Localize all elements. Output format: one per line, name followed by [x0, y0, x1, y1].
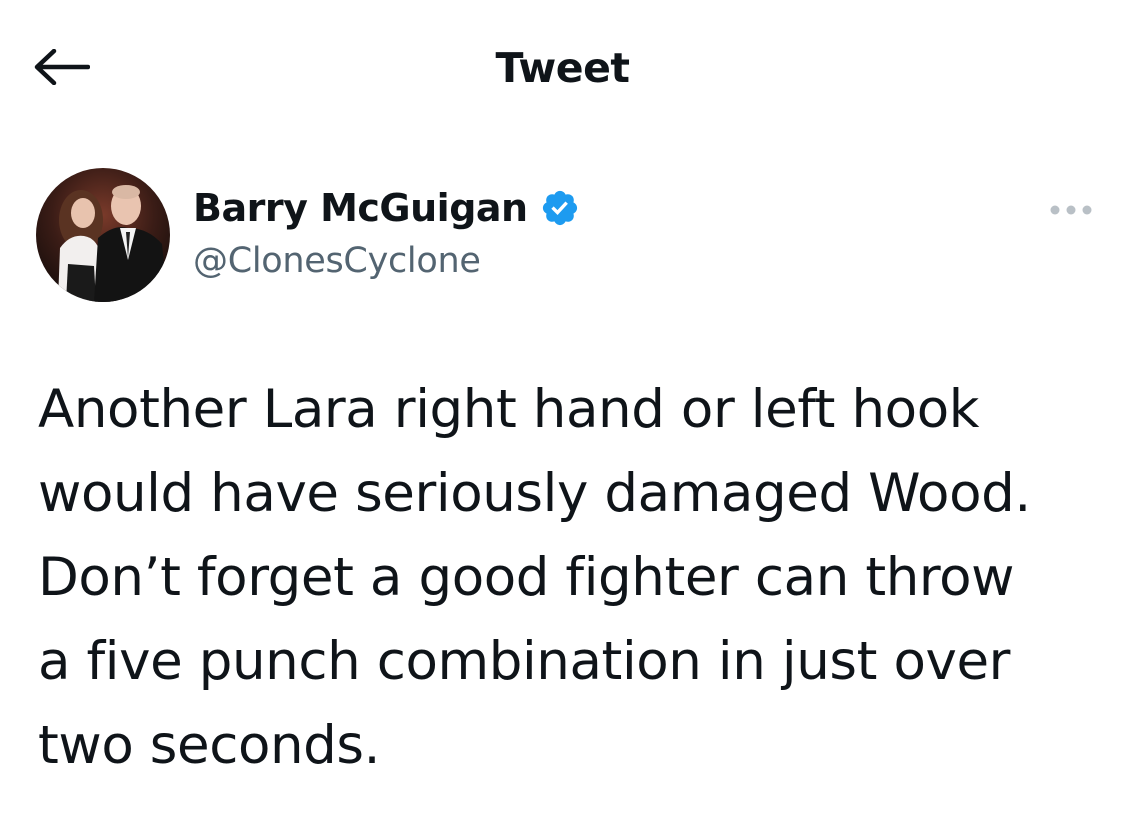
more-options-icon	[1050, 205, 1092, 215]
tweet-author-row: Barry McGuigan @ClonesCyclone	[36, 168, 1096, 308]
page-title: Tweet	[495, 44, 630, 92]
avatar[interactable]	[36, 168, 170, 302]
author-display-name[interactable]: Barry McGuigan	[193, 186, 528, 230]
display-name-line: Barry McGuigan	[193, 180, 580, 236]
tweet-header: Tweet	[0, 0, 1125, 135]
more-options-button[interactable]	[1041, 190, 1101, 230]
author-info: Barry McGuigan @ClonesCyclone	[193, 180, 580, 286]
tweet-text: Another Lara right hand or left hook wou…	[38, 379, 1031, 776]
author-handle[interactable]: @ClonesCyclone	[193, 236, 580, 286]
verified-badge-icon	[540, 188, 580, 228]
avatar-photo	[36, 168, 170, 302]
